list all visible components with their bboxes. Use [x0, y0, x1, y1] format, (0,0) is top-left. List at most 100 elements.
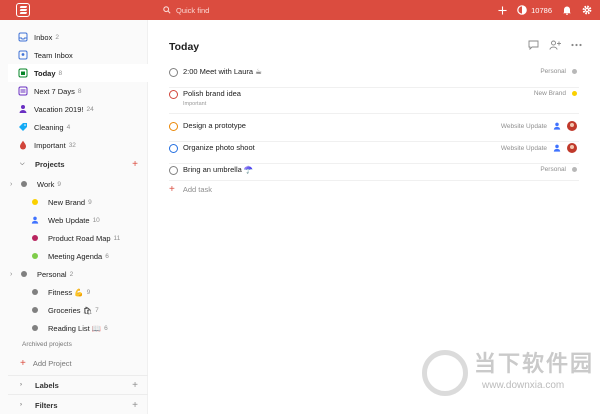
sidebar-item-label: Vacation 2019!: [34, 104, 84, 114]
sidebar-item-today[interactable]: Today 8: [8, 64, 148, 82]
project-label: Product Road Map: [48, 233, 111, 243]
item-count: 8: [58, 69, 63, 77]
project-count: 9: [88, 198, 92, 206]
task-meta: Website Update: [501, 143, 577, 153]
task-title: 2:00 Meet with Laura ☕: [183, 67, 262, 76]
sidebar-item-inbox[interactable]: Inbox 2: [8, 28, 148, 46]
project-color-dot: [572, 167, 577, 172]
project-color-dot: [21, 271, 27, 277]
task-meta: Website Update: [501, 121, 577, 131]
add-project-plus-icon[interactable]: +: [132, 159, 138, 170]
watermark: 当下软件园 www.downxia.com: [422, 338, 600, 414]
assignee-avatar[interactable]: [567, 121, 577, 131]
task-label-tag[interactable]: Important: [183, 101, 579, 107]
project-count: 7: [95, 306, 99, 314]
add-task-label: Add task: [182, 185, 213, 194]
task-project-label[interactable]: Personal: [540, 68, 566, 75]
project-color-dot: [32, 235, 38, 241]
top-right-actions: 10786: [498, 0, 592, 20]
person-icon: [553, 122, 561, 130]
task-project-label[interactable]: New Brand: [534, 90, 566, 97]
project-color-dot: [21, 181, 27, 187]
chevron-right-icon[interactable]: ›: [10, 181, 12, 188]
todoist-logo-icon[interactable]: [16, 3, 30, 17]
more-options-icon[interactable]: [571, 43, 582, 47]
project-count: 6: [104, 324, 108, 332]
project-label: Web Update: [48, 215, 90, 225]
page-title: Today: [169, 41, 200, 53]
project-count: 9: [57, 180, 61, 188]
task-checkbox[interactable]: [169, 166, 178, 175]
task-row[interactable]: 2:00 Meet with Laura ☕ Personal: [169, 67, 579, 88]
task-checkbox[interactable]: [169, 122, 178, 131]
task-title: Polish brand idea: [183, 89, 241, 98]
project-label: Groceries 🛍: [48, 305, 93, 315]
task-checkbox[interactable]: [169, 68, 178, 77]
task-title: Bring an umbrella ☂️: [183, 165, 254, 174]
task-row[interactable]: Organize photo shoot Website Update: [169, 143, 579, 164]
add-filter-plus-icon[interactable]: +: [132, 400, 138, 411]
add-person-icon[interactable]: [549, 40, 561, 50]
sidebar-item-cleaning[interactable]: Cleaning 4: [8, 118, 148, 136]
drop-icon: [18, 140, 28, 150]
quick-find-search[interactable]: Quick find: [163, 3, 313, 17]
project-color-dot: [32, 307, 38, 313]
sidebar: Inbox 2 Team Inbox Today 8 Next 7 Days 8 Va…: [0, 20, 148, 414]
sidebar-item-vacation[interactable]: Vacation 2019! 24: [8, 100, 148, 118]
sidebar-item-next-7-days[interactable]: Next 7 Days 8: [8, 82, 148, 100]
project-color-dot: [32, 253, 38, 259]
assignee-avatar[interactable]: [567, 143, 577, 153]
add-task-button[interactable]: + Add task: [169, 184, 212, 195]
plus-icon: +: [20, 358, 26, 369]
gear-icon[interactable]: [582, 5, 592, 15]
sidebar-item-label: Today: [34, 68, 56, 78]
archived-projects-link[interactable]: Archived projects: [22, 341, 72, 348]
task-row[interactable]: Design a prototype Website Update: [169, 121, 579, 142]
item-count: 8: [77, 87, 82, 95]
project-count: 6: [105, 252, 109, 260]
project-work[interactable]: › Work 9: [0, 175, 140, 193]
comment-icon[interactable]: [528, 40, 539, 50]
add-label-plus-icon[interactable]: +: [132, 380, 138, 391]
task-project-label[interactable]: Website Update: [501, 123, 547, 130]
task-meta: Personal: [540, 68, 577, 75]
inbox-icon: [18, 32, 28, 42]
projects-section-header[interactable]: ⌵ Projects +: [8, 155, 148, 173]
add-icon[interactable]: [498, 5, 507, 15]
person-icon: [18, 104, 28, 114]
team-inbox-icon: [18, 50, 28, 60]
task-row[interactable]: Polish brand idea Important New Brand: [169, 89, 579, 114]
project-label: Reading List 📖: [48, 323, 102, 333]
watermark-text: 当下软件园: [474, 351, 595, 376]
task-project-label[interactable]: Website Update: [501, 145, 547, 152]
filters-label: Filters: [35, 400, 58, 410]
watermark-logo-icon: [422, 350, 468, 396]
labels-section-header[interactable]: › Labels +: [8, 376, 148, 394]
add-project-label: Add Project: [32, 359, 72, 368]
search-icon: [163, 6, 171, 14]
chevron-right-icon[interactable]: ›: [10, 271, 12, 278]
chevron-right-icon: ›: [20, 382, 22, 388]
task-checkbox[interactable]: [169, 90, 178, 99]
project-color-dot: [32, 289, 38, 295]
task-project-label[interactable]: Personal: [540, 166, 566, 173]
sidebar-item-team-inbox[interactable]: Team Inbox: [8, 46, 148, 64]
project-personal[interactable]: › Personal 2: [0, 265, 140, 283]
karma-points: 10786: [531, 5, 552, 15]
add-project-button[interactable]: + Add Project: [20, 358, 72, 369]
top-bar: Quick find 10786: [0, 0, 600, 20]
karma-button[interactable]: 10786: [517, 5, 552, 15]
task-meta: Personal: [540, 166, 577, 173]
sidebar-item-label: Inbox: [34, 32, 53, 42]
plus-icon: +: [169, 184, 175, 195]
sidebar-item-important[interactable]: Important 32: [8, 136, 148, 154]
filters-section-header[interactable]: › Filters +: [8, 396, 148, 414]
task-row[interactable]: Bring an umbrella ☂️ Personal: [169, 165, 579, 181]
header-actions: [528, 40, 582, 50]
task-checkbox[interactable]: [169, 144, 178, 153]
sidebar-item-label: Important: [34, 140, 66, 150]
project-color-dot: [32, 199, 38, 205]
bell-icon[interactable]: [562, 5, 572, 15]
labels-label: Labels: [35, 380, 59, 390]
item-count: 2: [55, 33, 59, 41]
